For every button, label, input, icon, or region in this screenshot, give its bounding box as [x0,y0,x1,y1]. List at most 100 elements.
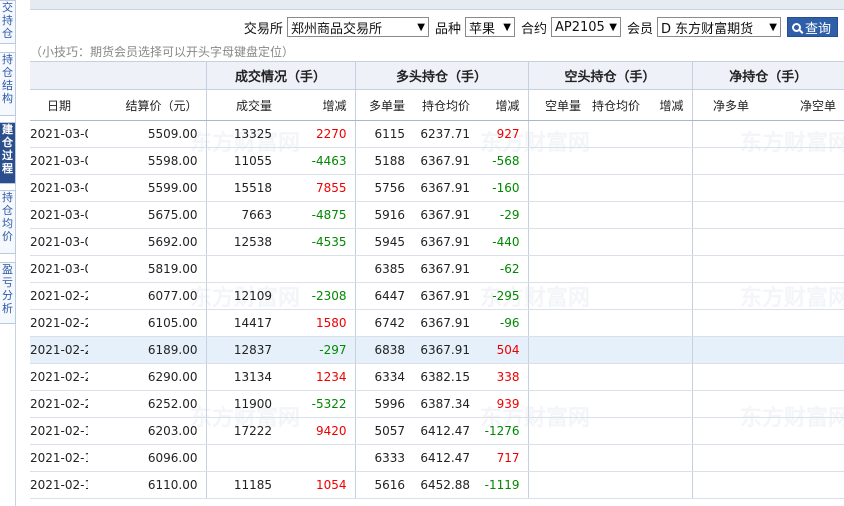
cell-short-qty [527,363,590,391]
cell-volume: 15518 [205,174,280,202]
cell-net-short [757,471,844,499]
cell-volume-change: 1234 [280,363,356,391]
tab-profit-loss[interactable]: 盈亏分析 [0,262,16,324]
cell-net-short [757,417,844,445]
cell-short-change [648,120,693,148]
cell-short-qty [527,444,590,472]
cell-short-qty [527,120,590,148]
contract-select[interactable]: AP2105 ▼ [550,17,621,37]
cell-volume [205,444,280,472]
table-row: 2021-02-256105.0014417158067426367.91-96 [30,309,844,337]
cell-net-short [757,228,844,256]
top-bar [30,0,844,10]
chevron-down-icon: ▼ [609,22,617,33]
cell-net-short [757,120,844,148]
cell-net-short [757,201,844,229]
col-volume-change: 增减 [280,89,356,121]
tab-label: 建仓过程 [2,123,13,175]
col-net-short: 净空单 [757,89,844,121]
cell-volume: 13325 [205,120,280,148]
table-row: 2021-03-045599.0015518785557566367.91-16… [30,174,844,202]
cell-net-long [691,282,758,310]
cell-settle-price: 5509.00 [88,120,206,148]
cell-short-avg [589,255,649,283]
search-icon [791,22,801,32]
cell-short-qty [527,309,590,337]
cell-volume-change: -2308 [280,282,356,310]
exchange-label: 交易所 [243,21,283,37]
tab-build-process[interactable]: 建仓过程 [0,122,16,184]
cell-long-qty: 5616 [354,471,414,499]
table-row: 2021-02-106110.0011185105456166452.88-11… [30,471,844,499]
tab-position-structure[interactable]: 持仓结构 [0,52,16,116]
cell-short-change [648,255,693,283]
group-header-short: 空头持仓（手） [527,61,693,90]
table-row: 2021-03-055598.0011055-446351886367.91-5… [30,147,844,175]
cell-long-avg: 6367.91 [413,309,479,337]
cell-settle-price: 5692.00 [88,228,206,256]
query-button-label: 查询 [804,21,831,37]
cell-volume [205,255,280,283]
query-button[interactable]: 查询 [786,17,838,37]
table-row: 2021-02-266077.0012109-230864476367.91-2… [30,282,844,310]
variety-value: 苹果 [468,21,495,37]
cell-net-long [691,201,758,229]
variety-select[interactable]: 苹果 ▼ [464,17,515,37]
cell-long-avg: 6412.47 [413,417,479,445]
table-row: 2021-03-035675.007663-487559166367.91-29 [30,201,844,229]
cell-settle-price: 6096.00 [88,444,206,472]
cell-short-avg [589,228,649,256]
cell-date: 2021-03-08 [30,120,88,148]
cell-volume-change: -4463 [280,147,356,175]
cell-settle-price: 5675.00 [88,201,206,229]
table-row: 2021-02-236290.0013134123463346382.15338 [30,363,844,391]
tab-position-average[interactable]: 持仓均价 [0,190,16,254]
tab-label: 持仓均价 [2,191,13,243]
cell-long-qty: 6385 [354,255,414,283]
cell-short-qty [527,201,590,229]
col-long-change: 增减 [478,89,529,121]
exchange-value: 郑州商品交易所 [290,21,382,37]
cell-date: 2021-03-01 [30,255,88,283]
member-select[interactable]: D 东方财富期货 ▼ [656,17,781,37]
cell-short-change [648,309,693,337]
cell-short-qty [527,282,590,310]
cell-long-change: -62 [478,255,529,283]
cell-short-qty [527,174,590,202]
col-long-avg: 持仓均价 [413,89,479,121]
cell-settle-price: 5598.00 [88,147,206,175]
cell-long-change: -1276 [478,417,529,445]
cell-date: 2021-02-10 [30,471,88,499]
table-row: 2021-03-015819.00 63856367.91-62 [30,255,844,283]
cell-date: 2021-02-19 [30,417,88,445]
cell-net-short [757,174,844,202]
tab-trade-position[interactable]: 交持仓 [0,0,16,44]
contract-label: 合约 [520,21,547,37]
variety-label: 品种 [434,21,461,37]
cell-net-long [691,309,758,337]
cell-short-change [648,417,693,445]
table-row: 2021-03-025692.0012538-453559456367.91-4… [30,228,844,256]
cell-long-qty: 6333 [354,444,414,472]
group-header-trade: 成交情况（手） [205,61,356,90]
cell-long-change: -295 [478,282,529,310]
col-short-avg: 持仓均价 [589,89,649,121]
exchange-select[interactable]: 郑州商品交易所 ▼ [286,17,429,37]
cell-long-avg: 6387.34 [413,390,479,418]
cell-short-avg [589,201,649,229]
cell-long-avg: 6412.47 [413,444,479,472]
cell-date: 2021-03-02 [30,228,88,256]
cell-long-qty: 6447 [354,282,414,310]
cell-volume-change: -297 [280,336,356,364]
cell-net-short [757,444,844,472]
member-value: D 东方财富期货 [660,21,754,37]
tab-label: 交持仓 [2,1,13,40]
cell-date: 2021-02-25 [30,309,88,337]
table-row: 2021-02-226252.0011900-532259966387.3493… [30,390,844,418]
cell-volume-change [280,444,356,472]
cell-long-qty: 6115 [354,120,414,148]
cell-volume: 12837 [205,336,280,364]
cell-short-avg [589,417,649,445]
cell-volume-change: 9420 [280,417,356,445]
cell-net-long [691,336,758,364]
